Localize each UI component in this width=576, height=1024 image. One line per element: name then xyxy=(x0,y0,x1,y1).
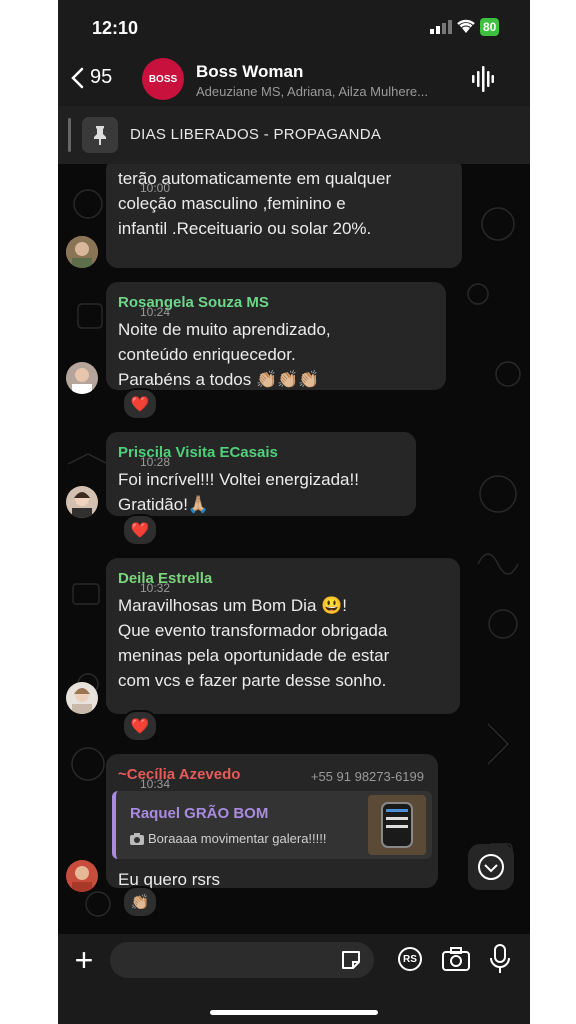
avatar[interactable] xyxy=(66,236,98,268)
voice-chat-icon[interactable] xyxy=(472,66,494,92)
avatar[interactable] xyxy=(66,486,98,518)
pinned-text: DIAS LIBERADOS - PROPAGANDA xyxy=(130,126,382,143)
reaction-heart[interactable]: ❤️ xyxy=(122,388,158,420)
chat-members[interactable]: Adeuziane MS, Adriana, Ailza Mulhere... xyxy=(196,84,454,99)
scroll-down-button[interactable] xyxy=(468,844,514,890)
back-button[interactable]: 95 xyxy=(70,66,112,89)
message-bubble[interactable]: Rosangela Souza MS Noite de muito aprend… xyxy=(106,282,446,390)
phone-screen: 12:10 80 95 BOSS Boss Woman Adeuziane MS… xyxy=(58,0,530,1024)
status-bar: 12:10 80 xyxy=(58,0,530,52)
status-time: 12:10 xyxy=(92,18,139,38)
pinned-indicator xyxy=(68,118,71,152)
sticker-icon[interactable] xyxy=(340,949,362,971)
avatar[interactable] xyxy=(66,682,98,714)
avatar[interactable] xyxy=(66,860,98,892)
wifi-icon xyxy=(457,19,475,33)
chat-title[interactable]: Boss Woman xyxy=(196,62,303,82)
message-input[interactable] xyxy=(110,942,374,978)
pinned-message-bar[interactable]: DIAS LIBERADOS - PROPAGANDA xyxy=(58,106,530,165)
microphone-icon[interactable] xyxy=(490,944,510,974)
home-indicator xyxy=(210,1010,378,1015)
reaction-clap[interactable]: 👏🏼 xyxy=(122,886,158,918)
reaction-heart[interactable]: ❤️ xyxy=(122,514,158,546)
message-time: 10:32 xyxy=(140,581,171,595)
message-time: 10:24 xyxy=(140,305,171,319)
attach-icon[interactable]: + xyxy=(70,942,98,978)
camera-icon[interactable] xyxy=(442,947,470,971)
avatar[interactable] xyxy=(66,362,98,394)
input-bar: + RS xyxy=(58,934,530,1024)
payment-icon[interactable]: RS xyxy=(398,947,422,971)
signal-icon xyxy=(430,20,452,34)
chevron-left-icon xyxy=(71,67,84,88)
message-bubble[interactable]: Deila Estrella Maravilhosas um Bom Dia 😃… xyxy=(106,558,460,714)
battery-indicator: 80 xyxy=(480,18,500,36)
message-bubble[interactable]: terão automaticamente em qualquer coleçã… xyxy=(106,164,462,268)
message-list[interactable]: terão automaticamente em qualquer coleçã… xyxy=(58,164,530,934)
pin-icon xyxy=(82,117,118,153)
message-time: 10:28 xyxy=(140,455,171,469)
group-avatar[interactable]: BOSS xyxy=(142,58,184,100)
reaction-heart[interactable]: ❤️ xyxy=(122,710,158,742)
chevron-down-circle-icon xyxy=(478,854,504,880)
message-time: 10:00 xyxy=(140,181,171,195)
message-bubble[interactable]: ~Cecília Azevedo +55 91 98273-6199 Raque… xyxy=(106,754,438,889)
chat-header: 95 BOSS Boss Woman Adeuziane MS, Adriana… xyxy=(58,52,530,106)
message-bubble[interactable]: Priscila Visita ECasais Foi incrível!!! … xyxy=(106,432,416,516)
unread-count: 95 xyxy=(90,66,113,88)
message-time: 10:34 xyxy=(140,777,171,791)
